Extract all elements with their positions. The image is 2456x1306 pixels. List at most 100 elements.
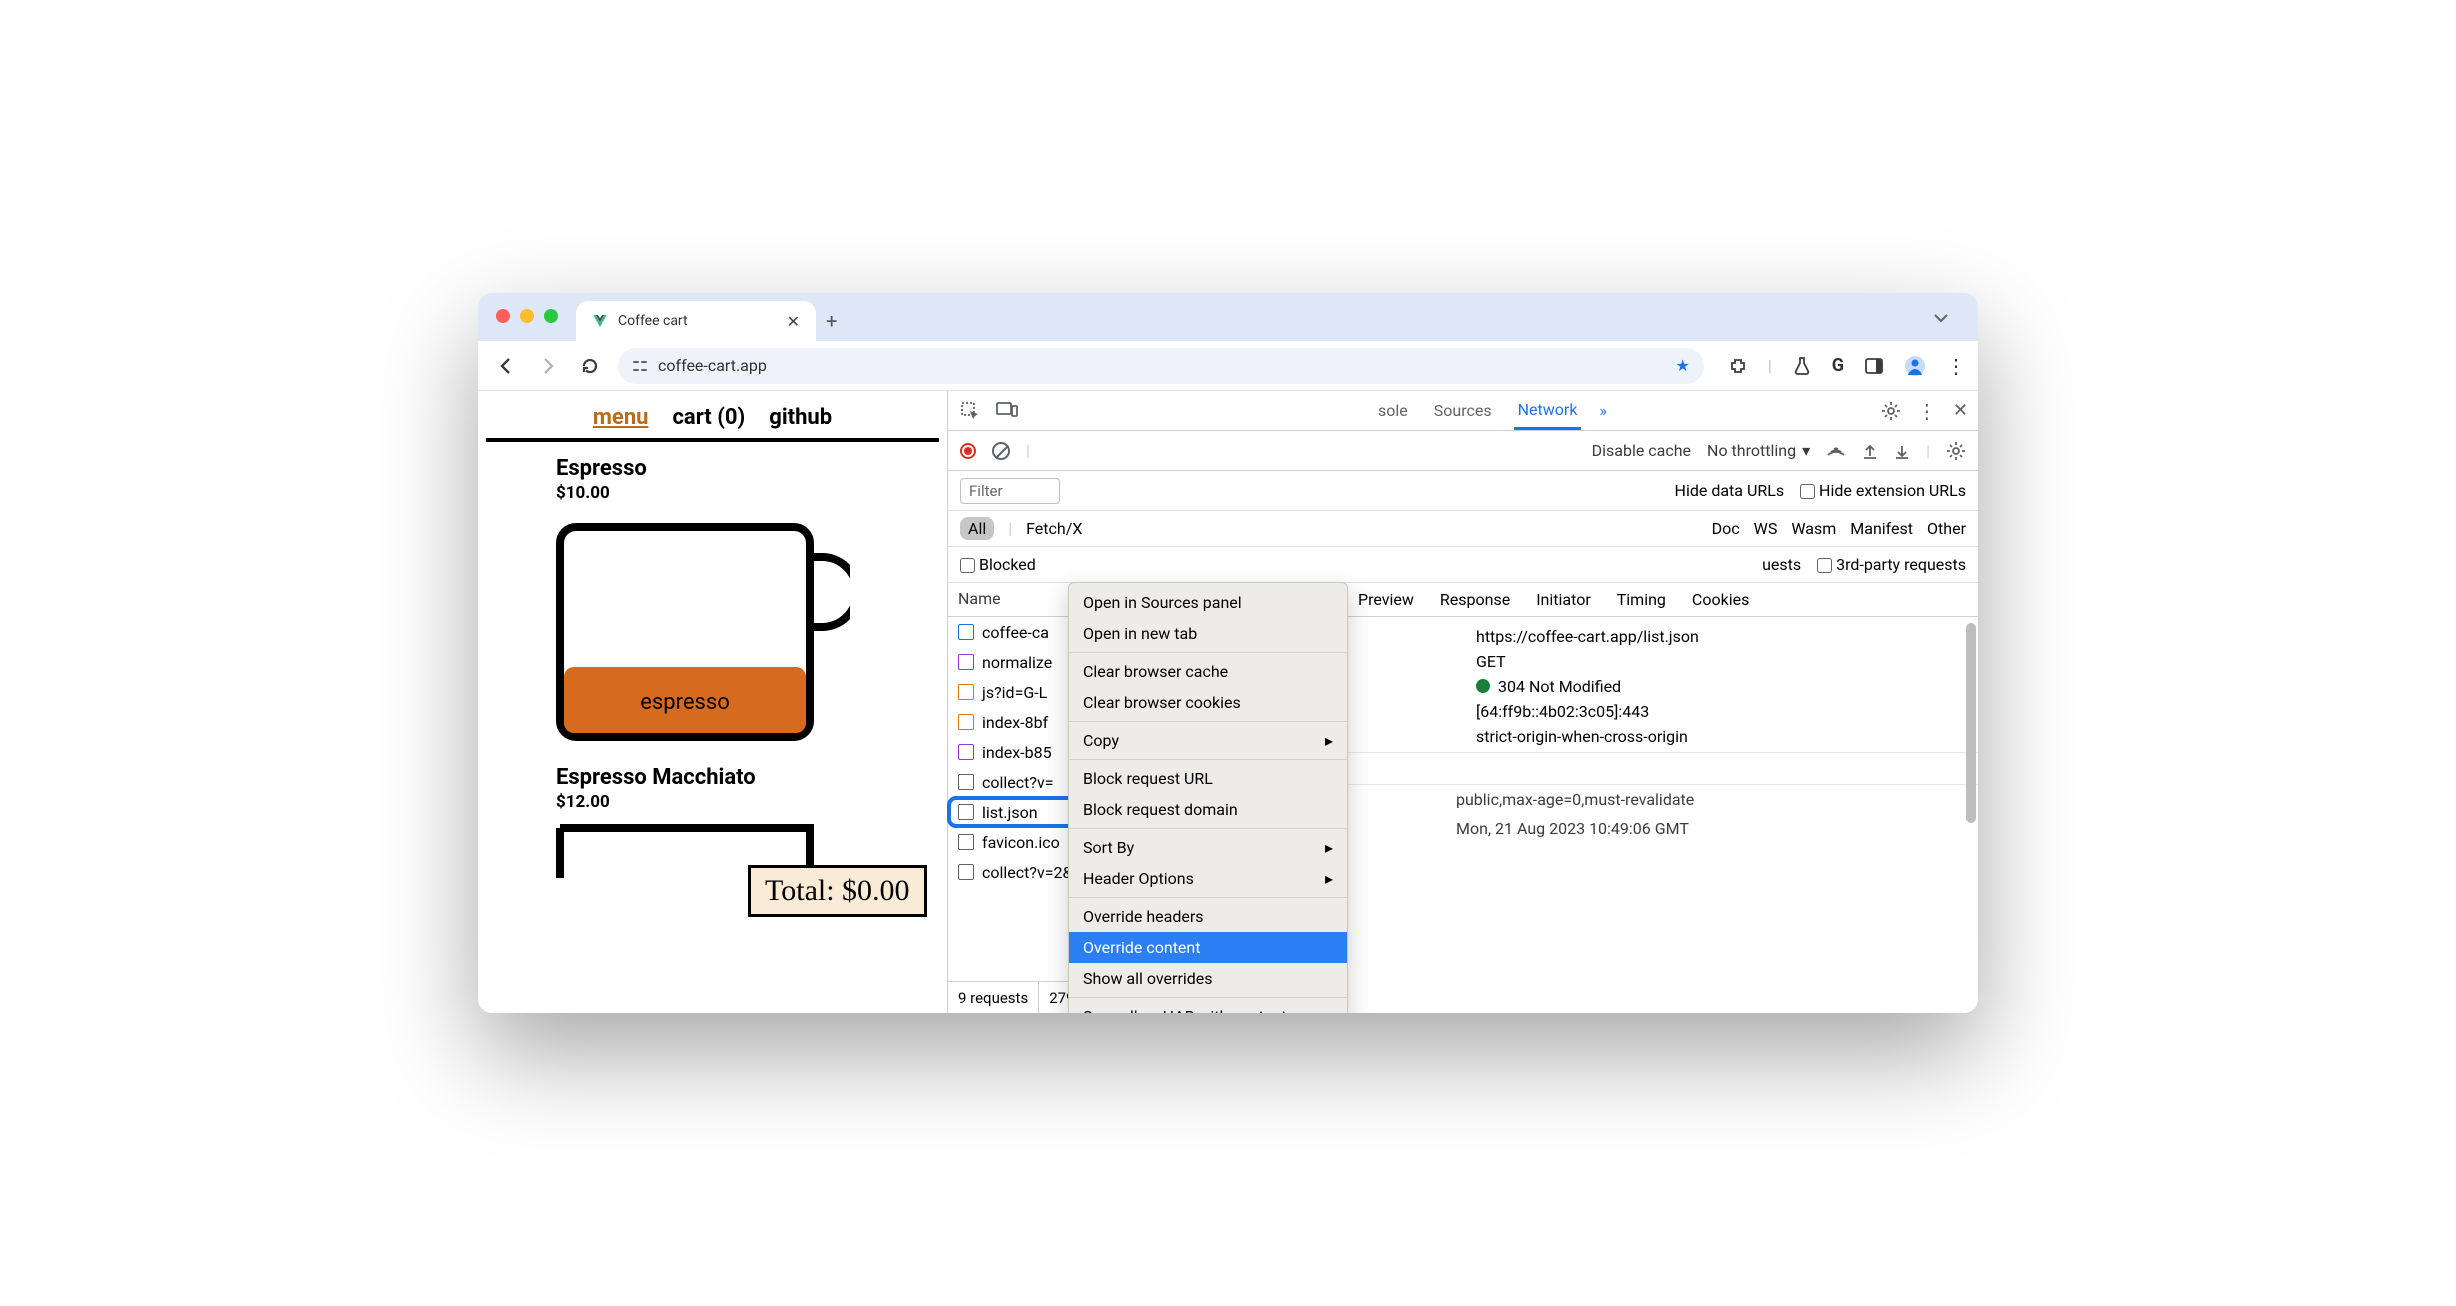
menu-item-save-har[interactable]: Save all as HAR with content	[1069, 1001, 1347, 1013]
tab-cookies[interactable]: Cookies	[1692, 590, 1749, 609]
file-icon	[958, 774, 974, 790]
back-button[interactable]	[492, 352, 520, 380]
menu-item-header-options[interactable]: Header Options▸	[1069, 863, 1347, 894]
profile-avatar-icon[interactable]	[1904, 355, 1926, 377]
vue-icon	[592, 313, 608, 329]
filter-doc[interactable]: Doc	[1712, 519, 1740, 538]
remote-address: [64:ff9b::4b02:3c05]:443	[1476, 702, 1978, 721]
file-icon	[958, 834, 974, 850]
element-picker-icon[interactable]	[960, 401, 980, 421]
clear-button[interactable]	[992, 442, 1010, 460]
coffee-cup-icon[interactable]: espresso	[550, 517, 850, 757]
filter-other[interactable]: Other	[1927, 519, 1966, 538]
close-window-button[interactable]	[496, 309, 510, 323]
hide-data-urls[interactable]: Hide data URLs	[1675, 481, 1785, 500]
menu-item-sort-by[interactable]: Sort By▸	[1069, 832, 1347, 863]
cup-label: espresso	[640, 690, 730, 715]
site-settings-icon	[632, 358, 648, 374]
gear-icon[interactable]	[1881, 401, 1901, 421]
blocked-response[interactable]: Blocked	[960, 555, 1036, 574]
minimize-window-button[interactable]	[520, 309, 534, 323]
blocked-row: Blocked uests 3rd-party requests	[948, 547, 1978, 583]
menu-item-clear-cookies[interactable]: Clear browser cookies	[1069, 687, 1347, 718]
status-dot-icon	[1476, 679, 1490, 693]
tab-response[interactable]: Response	[1440, 590, 1510, 609]
devtools-panel: sole Sources Network » ⋮ ✕ | Disable cac…	[948, 391, 1978, 1013]
menu-item-show-overrides[interactable]: Show all overrides	[1069, 963, 1347, 994]
menu-item-override-headers[interactable]: Override headers	[1069, 901, 1347, 932]
upload-har-icon[interactable]	[1862, 442, 1878, 460]
nav-link-menu[interactable]: menu	[593, 405, 649, 430]
blocked-requests[interactable]: uests	[1762, 555, 1801, 574]
hide-extension-urls[interactable]: Hide extension URLs	[1800, 481, 1966, 500]
context-menu: Open in Sources panel Open in new tab Cl…	[1068, 582, 1348, 1013]
disable-cache-label[interactable]: Disable cache	[1592, 441, 1691, 460]
filter-input[interactable]: Filter	[960, 478, 1060, 504]
filter-all[interactable]: All	[960, 517, 994, 540]
filter-ws[interactable]: WS	[1754, 519, 1778, 538]
network-conditions-icon[interactable]	[1826, 443, 1846, 459]
devtools-menu-button[interactable]: ⋮	[1917, 399, 1937, 423]
tab-preview[interactable]: Preview	[1358, 590, 1414, 609]
network-body: Name coffee-ca normalize js?id=G-L index…	[948, 583, 1978, 1013]
chevron-right-icon: ▸	[1325, 838, 1333, 857]
google-icon[interactable]: G	[1832, 355, 1844, 376]
stylesheet-icon	[958, 744, 974, 760]
nav-link-cart[interactable]: cart (0)	[672, 405, 745, 430]
tab-console[interactable]: sole	[1374, 393, 1412, 428]
reload-button[interactable]	[576, 352, 604, 380]
menu-item-copy[interactable]: Copy▸	[1069, 725, 1347, 756]
network-toolbar: | Disable cache No throttling ▾ |	[948, 431, 1978, 471]
labs-icon[interactable]	[1792, 356, 1812, 376]
close-tab-button[interactable]: ✕	[787, 312, 800, 331]
tab-initiator[interactable]: Initiator	[1536, 590, 1591, 609]
menu-item-open-new-tab[interactable]: Open in new tab	[1069, 618, 1347, 649]
filter-manifest[interactable]: Manifest	[1850, 519, 1913, 538]
browser-menu-button[interactable]: ⋮	[1946, 354, 1964, 378]
product-name: Espresso	[556, 456, 947, 481]
document-icon	[958, 624, 974, 640]
browser-actions: | G ⋮	[1728, 354, 1964, 378]
tab-timing[interactable]: Timing	[1617, 590, 1666, 609]
devtools-tab-bar: sole Sources Network » ⋮ ✕	[948, 391, 1978, 431]
maximize-window-button[interactable]	[544, 309, 558, 323]
cart-total[interactable]: Total: $0.00	[748, 865, 927, 917]
extensions-icon[interactable]	[1728, 356, 1748, 376]
type-filter-row: All | Fetch/X Doc WS Wasm Manifest Other	[948, 511, 1978, 547]
product-card: Espresso $10.00 espresso	[478, 442, 947, 761]
menu-item-open-sources[interactable]: Open in Sources panel	[1069, 587, 1347, 618]
request-count: 9 requests	[948, 982, 1039, 1013]
tab-overflow-button[interactable]	[1928, 307, 1954, 329]
gear-icon[interactable]	[1946, 441, 1966, 461]
tab-sources[interactable]: Sources	[1430, 393, 1496, 428]
tab-title: Coffee cart	[618, 313, 688, 329]
bookmark-star-icon[interactable]: ★	[1675, 356, 1689, 375]
more-tabs-button[interactable]: »	[1599, 401, 1607, 420]
product-card: Espresso Macchiato $12.00	[478, 761, 947, 882]
device-toolbar-icon[interactable]	[996, 401, 1018, 419]
throttling-select[interactable]: No throttling ▾	[1707, 441, 1810, 460]
tab-network[interactable]: Network	[1514, 392, 1582, 430]
filter-fetch[interactable]: Fetch/X	[1026, 519, 1082, 538]
menu-item-block-domain[interactable]: Block request domain	[1069, 794, 1347, 825]
third-party-requests[interactable]: 3rd-party requests	[1817, 555, 1966, 574]
side-panel-icon[interactable]	[1864, 356, 1884, 376]
forward-button[interactable]	[534, 352, 562, 380]
script-icon	[958, 684, 974, 700]
nav-link-github[interactable]: github	[769, 405, 832, 430]
scrollbar-thumb[interactable]	[1966, 623, 1976, 823]
url-text: coffee-cart.app	[658, 356, 767, 375]
new-tab-button[interactable]: +	[826, 301, 837, 341]
browser-tab[interactable]: Coffee cart ✕	[576, 301, 816, 341]
download-har-icon[interactable]	[1894, 442, 1910, 460]
file-icon	[958, 804, 974, 820]
omnibox[interactable]: coffee-cart.app ★	[618, 348, 1704, 384]
close-devtools-button[interactable]: ✕	[1953, 400, 1968, 421]
filter-wasm[interactable]: Wasm	[1791, 519, 1836, 538]
record-button[interactable]	[960, 443, 976, 459]
page-nav: menu cart (0) github	[486, 399, 939, 442]
menu-item-override-content[interactable]: Override content	[1069, 932, 1347, 963]
status-code: 304 Not Modified	[1476, 677, 1978, 696]
menu-item-clear-cache[interactable]: Clear browser cache	[1069, 656, 1347, 687]
menu-item-block-url[interactable]: Block request URL	[1069, 763, 1347, 794]
